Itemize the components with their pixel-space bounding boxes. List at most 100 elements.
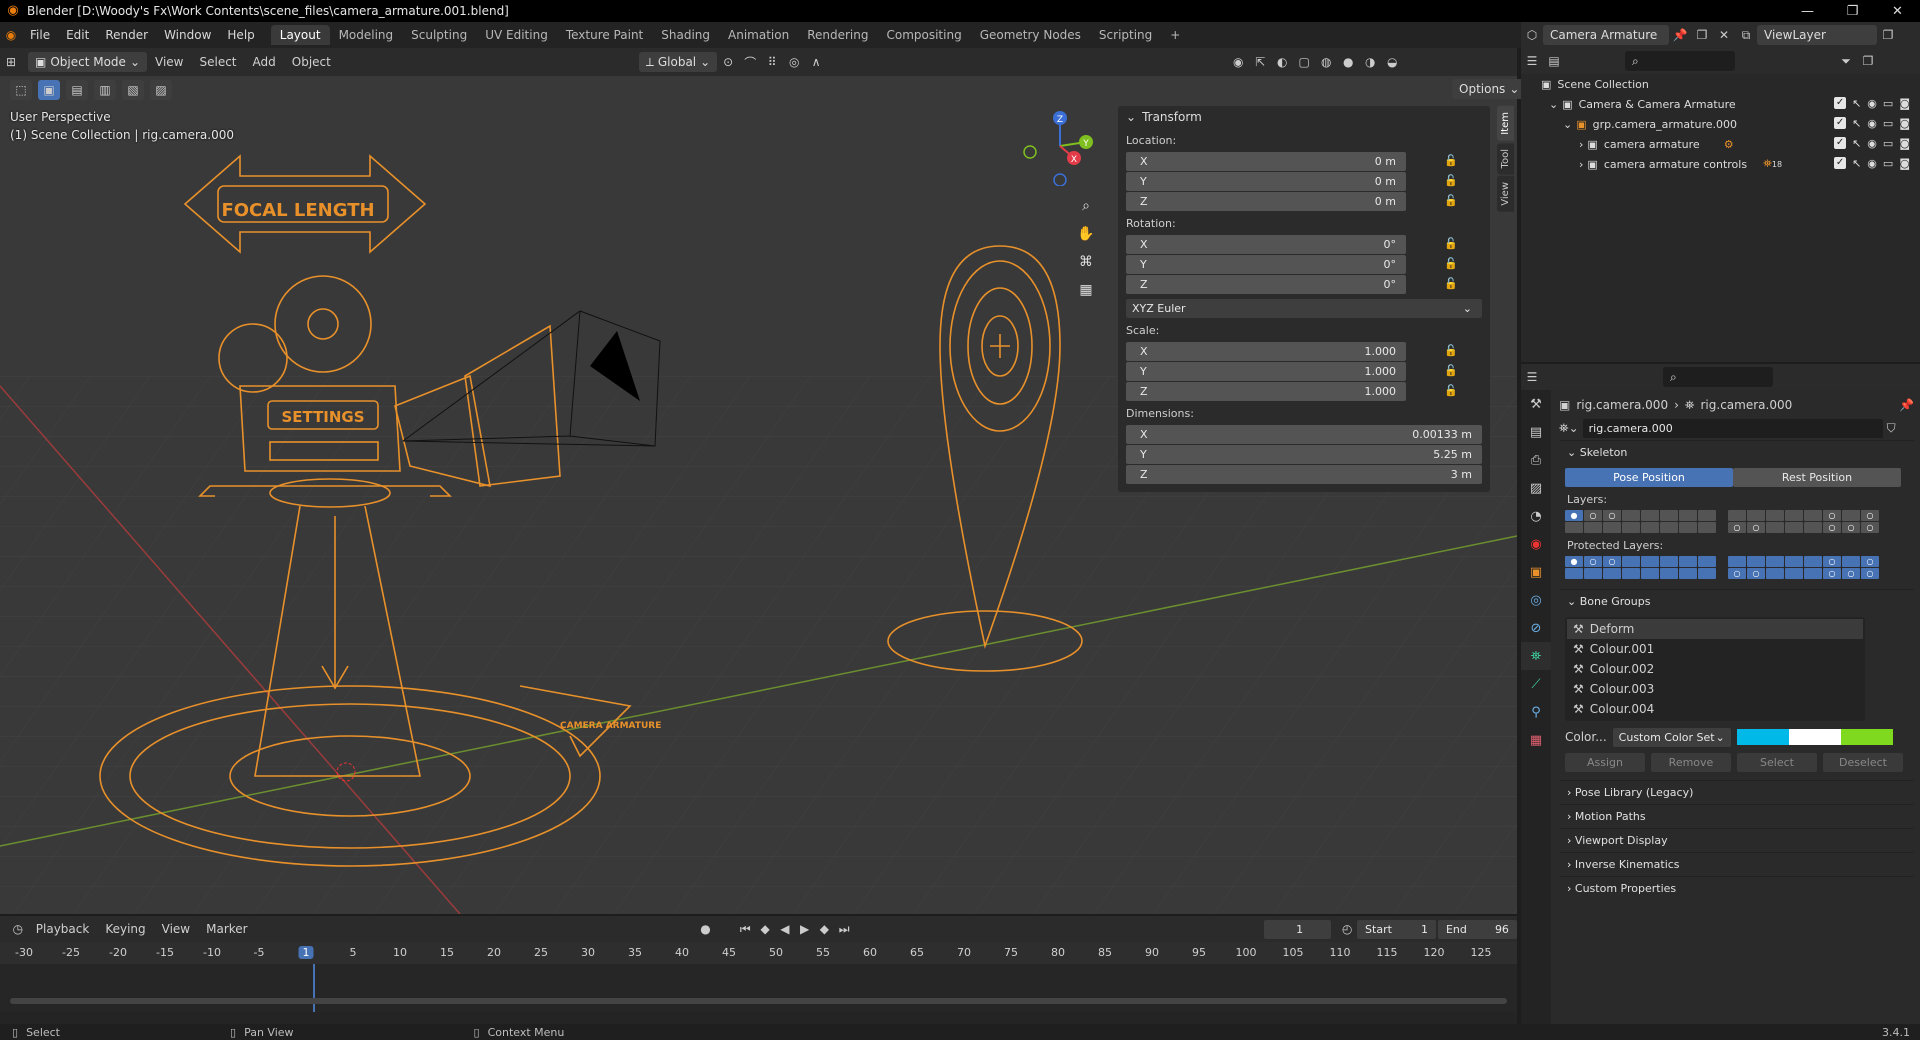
proportional-edit-icon[interactable]: ◎ xyxy=(783,52,805,72)
layer-cell[interactable] xyxy=(1679,568,1697,579)
tool-tab-icon[interactable]: ⚒ xyxy=(1521,390,1551,418)
menu-edit[interactable]: Edit xyxy=(58,28,97,42)
ortho-grid-icon[interactable]: ▦ xyxy=(1074,278,1098,302)
exclude-checkbox[interactable]: ✓ xyxy=(1834,157,1847,169)
layer-cell[interactable] xyxy=(1747,556,1765,567)
timeline-menu-view[interactable]: View xyxy=(154,922,198,936)
layer-cell[interactable]: ○ xyxy=(1842,568,1860,579)
layer-cell[interactable] xyxy=(1785,568,1803,579)
exclude-checkbox[interactable]: ✓ xyxy=(1834,137,1847,149)
camera-icon[interactable]: ◙ xyxy=(1899,137,1910,150)
layer-cell[interactable]: ○ xyxy=(1728,568,1746,579)
rotation-y-field[interactable]: Y 0° xyxy=(1126,254,1406,274)
bone-group-item[interactable]: ⚒ Colour.004 xyxy=(1567,699,1863,719)
select-subtract-icon[interactable]: ▥ xyxy=(94,80,116,100)
layer-cell[interactable]: ○ xyxy=(1747,568,1765,579)
expand-icon[interactable]: › xyxy=(1579,158,1583,171)
shading-wireframe-icon[interactable]: ◍ xyxy=(1315,52,1337,72)
render-tab-icon[interactable]: ▤ xyxy=(1521,418,1551,446)
monitor-icon[interactable]: ▭ xyxy=(1883,157,1893,170)
play-reverse-icon[interactable]: ◀ xyxy=(775,919,795,939)
motion-paths-panel-header[interactable]: › Motion Paths xyxy=(1559,804,1914,828)
remove-scene-icon[interactable]: ✕ xyxy=(1713,25,1735,45)
layer-cell[interactable]: ○ xyxy=(1861,556,1879,567)
timeline-menu-marker[interactable]: Marker xyxy=(198,922,255,936)
pin-icon[interactable]: 📌 xyxy=(1899,398,1914,412)
tree-row-scene-collection[interactable]: ▣ Scene Collection xyxy=(1521,74,1920,94)
tab-texture-paint[interactable]: Texture Paint xyxy=(557,25,652,45)
viewport-display-panel-header[interactable]: › Viewport Display xyxy=(1559,828,1914,852)
filter-icon[interactable]: ⏷ xyxy=(1835,51,1857,71)
editor-type-icon[interactable]: ⊞ xyxy=(0,52,22,72)
world-tab-icon[interactable]: ◉ xyxy=(1521,530,1551,558)
tab-item[interactable]: Item xyxy=(1497,106,1514,141)
inverse-kinematics-panel-header[interactable]: › Inverse Kinematics xyxy=(1559,852,1914,876)
tree-row[interactable]: › ▣ camera armature ⚙ ✓ ↖ ◉ ▭ ◙ xyxy=(1521,134,1920,154)
layer-cell[interactable] xyxy=(1660,568,1678,579)
pose-library-panel-header[interactable]: › Pose Library (Legacy) xyxy=(1559,780,1914,804)
rotation-mode-select[interactable]: XYZ Euler ⌄ xyxy=(1126,298,1482,318)
next-keyframe-icon[interactable]: ◆ xyxy=(815,919,835,939)
skeleton-panel-header[interactable]: ⌄ Skeleton xyxy=(1559,440,1914,464)
expand-icon[interactable]: ⌄ xyxy=(1549,98,1558,111)
bone-groups-panel-header[interactable]: ⌄ Bone Groups xyxy=(1559,589,1914,613)
layer-cell[interactable] xyxy=(1766,522,1784,533)
select-extend-icon[interactable]: ▤ xyxy=(66,80,88,100)
menu-render[interactable]: Render xyxy=(97,28,156,42)
tree-row[interactable]: ⌄ ▣ grp.camera_armature.000 ✓ ↖ ◉ ▭ ◙ xyxy=(1521,114,1920,134)
view-layer-icon[interactable]: ⧉ xyxy=(1735,25,1757,45)
shield-icon[interactable]: ⛉ xyxy=(1887,421,1896,436)
layer-cell[interactable]: ○ xyxy=(1823,522,1841,533)
layer-cell[interactable] xyxy=(1565,568,1583,579)
expand-icon[interactable]: ⌄ xyxy=(1563,118,1572,131)
layer-cell[interactable]: ○ xyxy=(1823,510,1841,521)
selectable-icon[interactable]: ↖ xyxy=(1852,117,1861,130)
transform-orientation-select[interactable]: ⟂ Global ⌄ xyxy=(638,52,718,72)
scene-icon[interactable]: ⬡ xyxy=(1521,25,1543,45)
timeline-editor-type-icon[interactable]: ◷ xyxy=(8,919,28,939)
layer-cell[interactable] xyxy=(1641,522,1659,533)
layer-cell[interactable] xyxy=(1698,510,1716,521)
select-box-icon[interactable]: ⬚ xyxy=(10,80,32,100)
viewport-menu-add[interactable]: Add xyxy=(245,55,284,69)
tab-layout[interactable]: Layout xyxy=(270,25,330,45)
view-layer-select[interactable]: ViewLayer xyxy=(1757,25,1877,45)
layer-cell[interactable] xyxy=(1622,522,1640,533)
bone-constraints-tab-icon[interactable]: ⚲ xyxy=(1521,698,1551,726)
deselect-button[interactable]: Deselect xyxy=(1823,753,1903,772)
prev-keyframe-icon[interactable]: ◆ xyxy=(755,919,775,939)
layer-cell[interactable] xyxy=(1660,522,1678,533)
pin-icon[interactable]: 📌 xyxy=(1669,25,1691,45)
layer-cell[interactable] xyxy=(1766,510,1784,521)
bone-group-item[interactable]: ⚒ Colour.002 xyxy=(1567,659,1863,679)
layer-cell[interactable]: ● xyxy=(1565,510,1583,521)
record-icon[interactable]: ● xyxy=(696,919,716,939)
gizmo-toggle-icon[interactable]: ⇱ xyxy=(1249,52,1271,72)
playhead-line[interactable] xyxy=(313,964,315,1012)
layer-cell[interactable] xyxy=(1785,510,1803,521)
eye-icon[interactable]: ◉ xyxy=(1867,137,1877,150)
overlay-toggle-icon[interactable]: ◐ xyxy=(1271,52,1293,72)
layer-cell[interactable] xyxy=(1766,568,1784,579)
layer-cell[interactable] xyxy=(1660,556,1678,567)
pan-hand-icon[interactable]: ✋ xyxy=(1074,222,1098,246)
timeline-menu-keying[interactable]: Keying xyxy=(97,922,153,936)
select-button[interactable]: Select xyxy=(1737,753,1817,772)
tab-compositing[interactable]: Compositing xyxy=(877,25,970,45)
maximize-button[interactable]: ❐ xyxy=(1830,0,1875,22)
pose-position-button[interactable]: Pose Position xyxy=(1565,468,1733,487)
tab-tool[interactable]: Tool xyxy=(1497,142,1514,175)
layer-cell[interactable]: ○ xyxy=(1603,510,1621,521)
new-view-layer-icon[interactable]: ❐ xyxy=(1877,25,1899,45)
layer-cell[interactable] xyxy=(1622,510,1640,521)
viewport-menu-view[interactable]: View xyxy=(147,55,191,69)
menu-file[interactable]: File xyxy=(22,28,58,42)
snap-target-icon[interactable]: ⠿ xyxy=(761,52,783,72)
transform-panel-header[interactable]: ⌄ Transform xyxy=(1118,106,1490,128)
zoom-icon[interactable]: ⌕ xyxy=(1074,194,1098,218)
close-button[interactable]: ✕ xyxy=(1875,0,1920,22)
falloff-icon[interactable]: ∧ xyxy=(805,52,827,72)
outliner-search-input[interactable]: ⌕ xyxy=(1625,51,1735,71)
lock-icon[interactable]: 🔓 xyxy=(1444,154,1458,168)
layer-cell[interactable]: ○ xyxy=(1861,510,1879,521)
